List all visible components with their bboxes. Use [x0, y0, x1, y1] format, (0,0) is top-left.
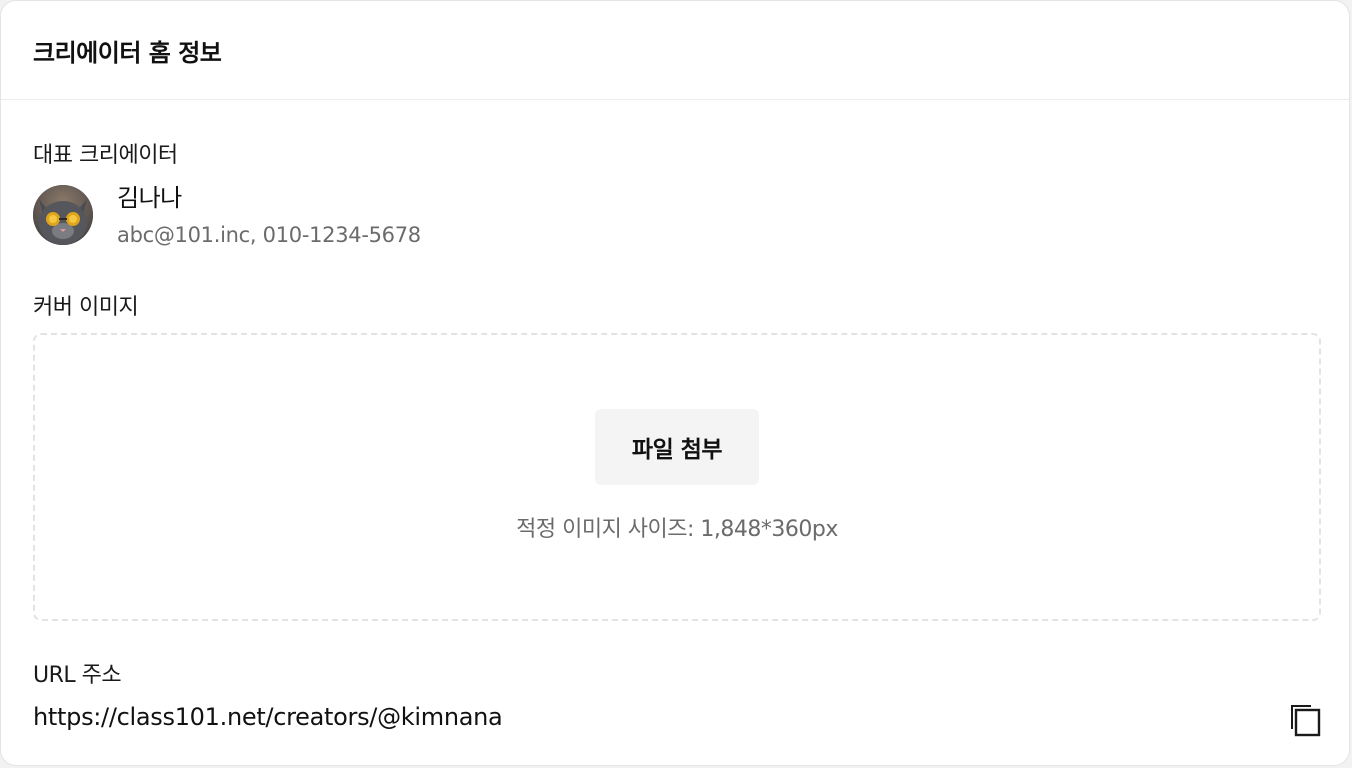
creator-url: https://class101.net/creators/@kimnana: [33, 703, 503, 731]
avatar: [33, 185, 93, 245]
card-title: 크리에이터 홈 정보: [33, 38, 222, 67]
cover-image-label: 커버 이미지: [33, 295, 139, 320]
creator-info: 김나나 abc@101.inc, 010-1234-5678: [117, 184, 421, 248]
cat-avatar-icon: [33, 185, 93, 245]
card-header: 크리에이터 홈 정보: [1, 1, 1349, 100]
copy-icon[interactable]: [1287, 703, 1323, 737]
creator-home-info-card: 크리에이터 홈 정보 대표 크리에이터 김나나 abc@101.inc, 010…: [0, 0, 1350, 766]
representative-creator-label: 대표 크리에이터: [33, 143, 178, 168]
attach-file-button[interactable]: 파일 첨부: [595, 409, 759, 485]
copy-icon-graphic: [1291, 705, 1321, 737]
cover-image-dropzone[interactable]: 파일 첨부 적정 이미지 사이즈: 1,848*360px: [33, 333, 1321, 621]
creator-name: 김나나: [117, 184, 182, 212]
url-label: URL 주소: [33, 663, 122, 688]
creator-profile: 김나나 abc@101.inc, 010-1234-5678: [33, 184, 421, 248]
image-size-hint: 적정 이미지 사이즈: 1,848*360px: [516, 517, 838, 542]
creator-contact: abc@101.inc, 010-1234-5678: [117, 223, 421, 247]
